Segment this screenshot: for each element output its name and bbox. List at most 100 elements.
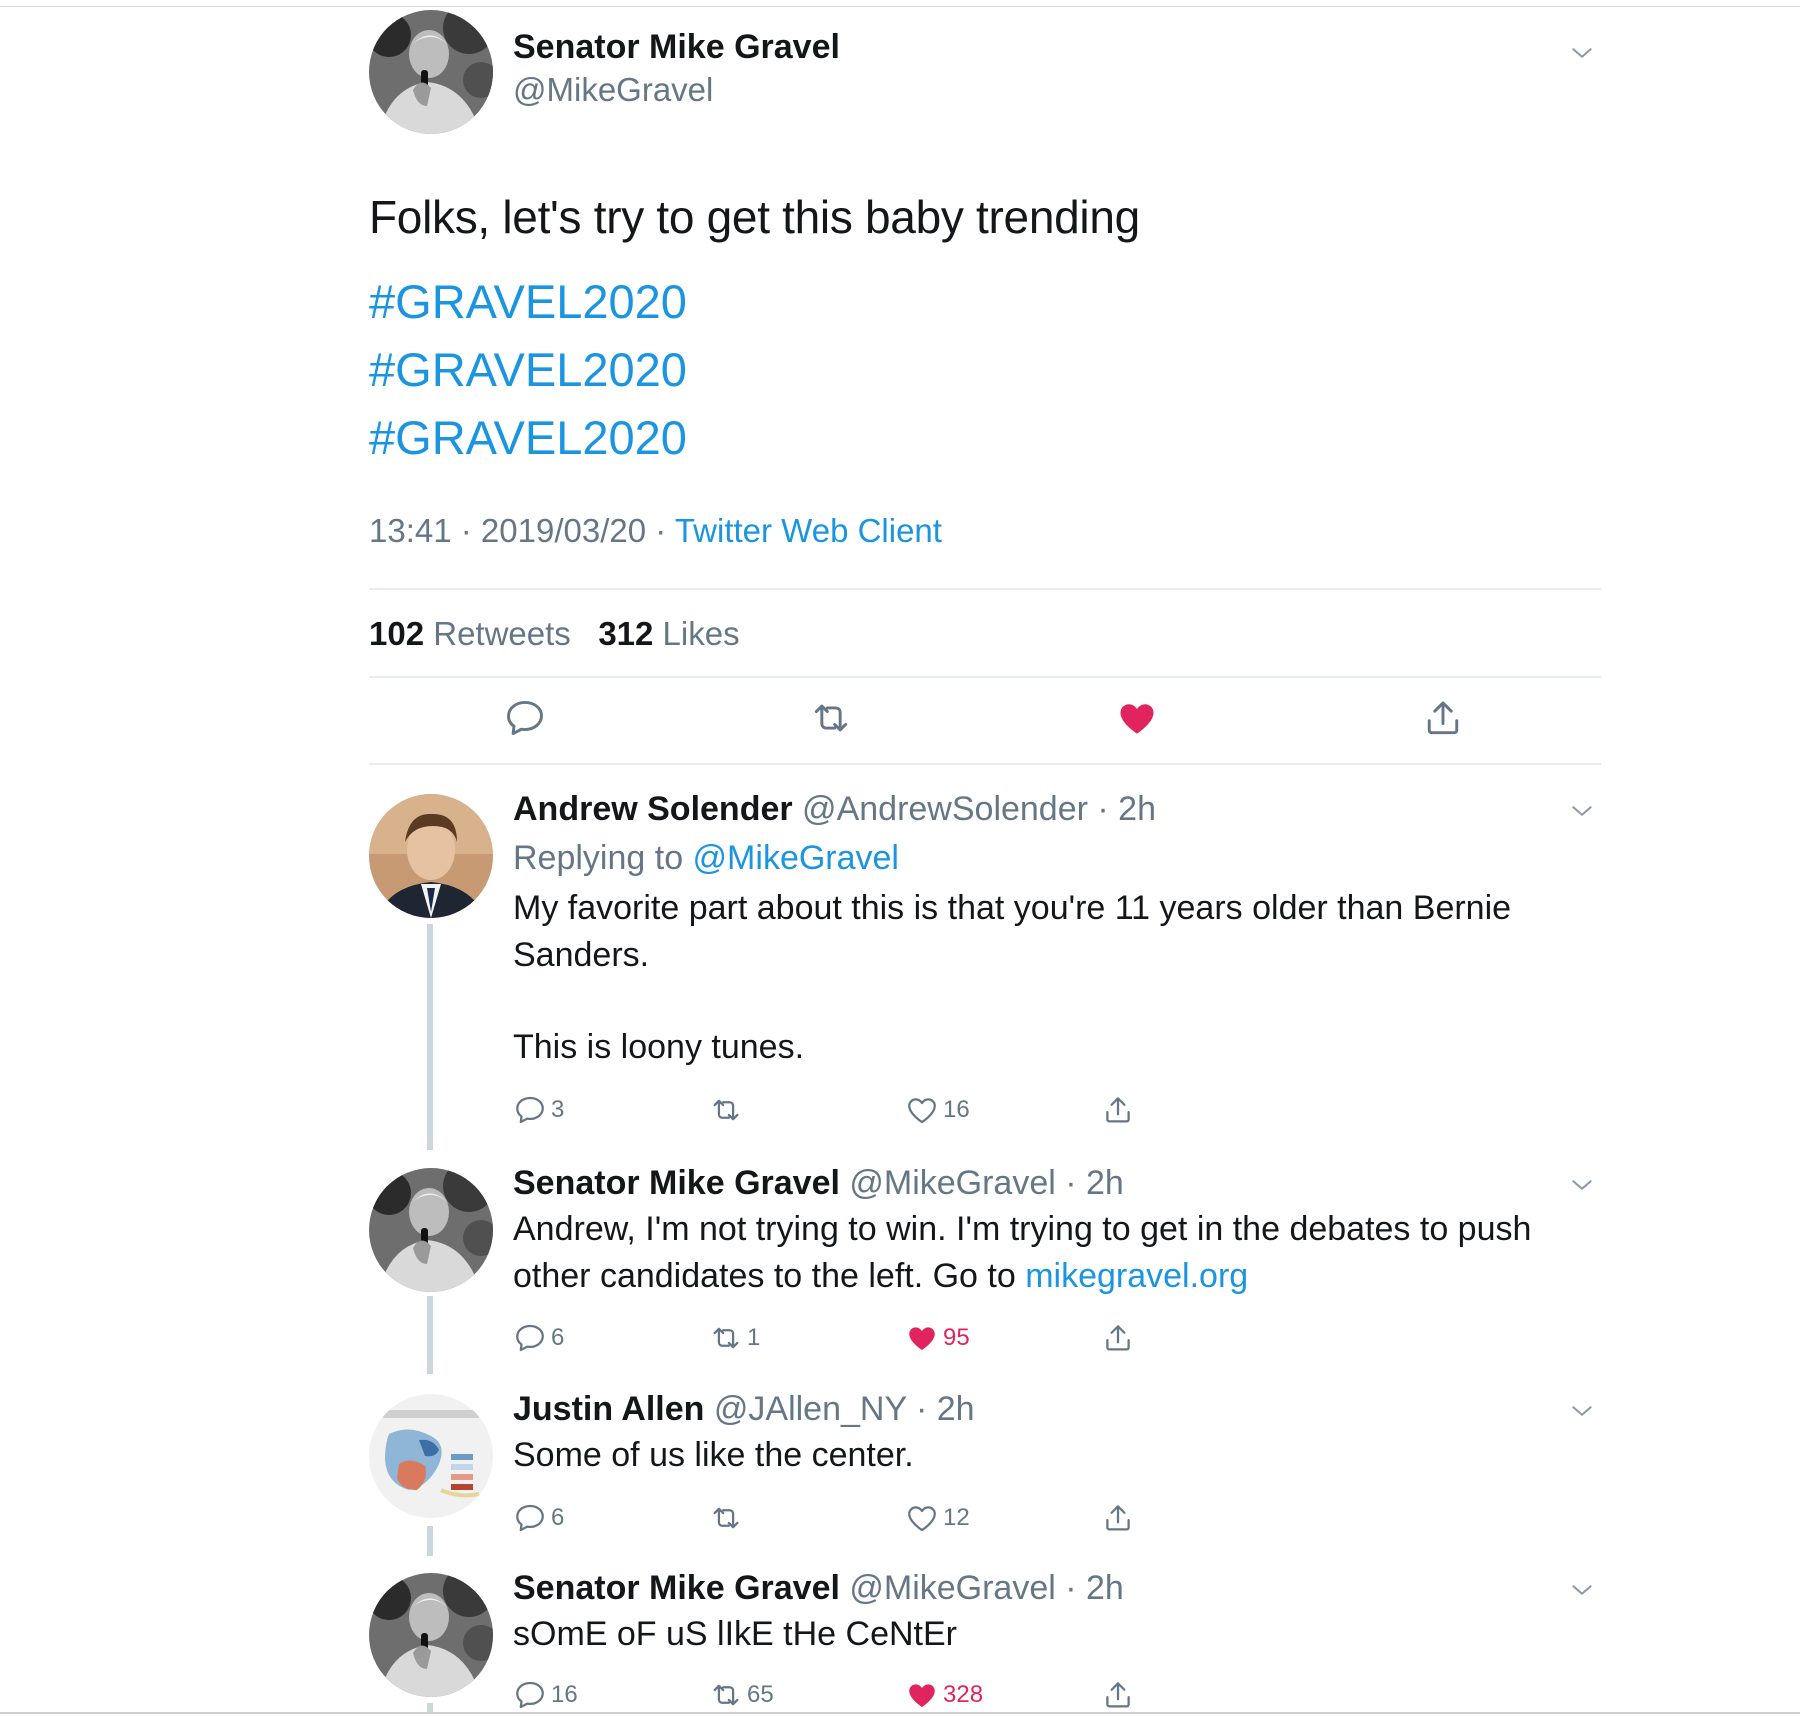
author-handle[interactable]: @AndrewSolender · 2h (793, 790, 1156, 828)
retweet-button[interactable] (709, 1500, 747, 1536)
author-name[interactable]: Senator Mike Gravel (513, 1569, 840, 1607)
divider (369, 763, 1601, 765)
tweet-text: Folks, let's try to get this baby trendi… (369, 191, 1140, 243)
retweet-button[interactable] (709, 1092, 747, 1128)
author-name[interactable]: Senator Mike Gravel (513, 28, 840, 67)
reply-button[interactable]: 6 (513, 1500, 564, 1536)
share-icon (1101, 1678, 1135, 1712)
tweet-text-segment: other candidates to the left. Go to (513, 1257, 1026, 1295)
avatar[interactable] (369, 794, 493, 918)
retweet-count: 65 (747, 1681, 774, 1708)
hashtag-link[interactable]: #GRAVEL2020 (369, 410, 687, 465)
share-icon (1101, 1321, 1135, 1355)
mention-link[interactable]: @MikeGravel (693, 839, 899, 877)
like-button[interactable]: 12 (905, 1500, 970, 1536)
author-handle[interactable]: @JAllen_NY · 2h (704, 1390, 975, 1428)
like-icon (905, 1093, 939, 1127)
replying-prefix: Replying to (513, 839, 693, 877)
thread-line (427, 1526, 433, 1556)
retweet-button[interactable]: 65 (709, 1677, 774, 1713)
chevron-down-icon[interactable] (1569, 40, 1595, 66)
like-icon (905, 1678, 939, 1712)
like-count: 16 (943, 1096, 970, 1123)
like-button[interactable]: 16 (905, 1092, 970, 1128)
reply-icon (513, 1321, 547, 1355)
avatar[interactable] (369, 1168, 493, 1292)
hashtag-link[interactable]: #GRAVEL2020 (369, 342, 687, 397)
reply-header: Senator Mike Gravel @MikeGravel · 2h (513, 1164, 1124, 1203)
chevron-down-icon[interactable] (1569, 1577, 1595, 1603)
chevron-down-icon[interactable] (1569, 1172, 1595, 1198)
retweet-button[interactable]: 1 (709, 1320, 760, 1356)
author-name[interactable]: Justin Allen (513, 1390, 704, 1428)
avatar[interactable] (369, 1573, 493, 1697)
tweet-text-line: This is loony tunes. (513, 1028, 805, 1066)
replying-to: Replying to @MikeGravel (513, 839, 899, 878)
tweet-actions: 6 12 (513, 1500, 1213, 1540)
client-link[interactable]: Twitter Web Client (675, 512, 942, 549)
share-button[interactable] (1101, 1500, 1135, 1536)
retweet-count[interactable]: 102 (369, 615, 424, 652)
reply-header: Andrew Solender @AndrewSolender · 2h (513, 790, 1156, 829)
reply-button[interactable]: 6 (513, 1320, 564, 1356)
tweet-stats: 102 Retweets 312 Likes (369, 615, 740, 653)
author-handle[interactable]: @MikeGravel (513, 71, 713, 109)
hashtag-link[interactable]: #GRAVEL2020 (369, 274, 687, 329)
share-button[interactable] (1101, 1092, 1135, 1128)
reply-button[interactable]: 16 (513, 1677, 578, 1713)
like-button[interactable]: 95 (905, 1320, 970, 1356)
reply-icon (513, 1501, 547, 1535)
tweet-text-line: sOmE oF uS lIkE tHe CeNtEr (513, 1615, 957, 1653)
avatar[interactable] (369, 1394, 493, 1518)
url-link[interactable]: mikegravel.org (1025, 1257, 1248, 1295)
like-icon (905, 1321, 939, 1355)
like-count: 95 (943, 1324, 970, 1351)
tweet-text-line: Andrew, I'm not trying to win. I'm tryin… (513, 1210, 1532, 1248)
retweet-icon (709, 1321, 743, 1355)
reply-icon[interactable] (503, 696, 547, 740)
like-count: 12 (943, 1504, 970, 1531)
tweet-actions: 16 65 328 (513, 1677, 1213, 1717)
author-name[interactable]: Andrew Solender (513, 790, 793, 828)
avatar[interactable] (369, 10, 493, 134)
retweet-label[interactable]: Retweets (424, 615, 571, 652)
tweet-actions: 3 16 (513, 1092, 1213, 1132)
like-label[interactable]: Likes (653, 615, 740, 652)
share-button[interactable] (1101, 1677, 1135, 1713)
share-icon[interactable] (1421, 696, 1465, 740)
tweet-text-line: My favorite part about this is that you'… (513, 889, 1512, 927)
share-icon (1101, 1093, 1135, 1127)
thread-line (427, 1296, 433, 1374)
retweet-icon[interactable] (809, 696, 853, 740)
main-tweet-actions (369, 696, 1601, 746)
author-handle[interactable]: @MikeGravel · 2h (840, 1164, 1123, 1202)
retweet-icon (709, 1093, 743, 1127)
chevron-down-icon[interactable] (1569, 1398, 1595, 1424)
like-button[interactable]: 328 (905, 1677, 983, 1713)
retweet-icon (709, 1678, 743, 1712)
like-icon[interactable] (1115, 696, 1159, 740)
like-count: 328 (943, 1681, 984, 1708)
share-icon (1101, 1501, 1135, 1535)
reply-button[interactable]: 3 (513, 1092, 564, 1128)
share-button[interactable] (1101, 1320, 1135, 1356)
author-name[interactable]: Senator Mike Gravel (513, 1164, 840, 1202)
tweet-text-line: other candidates to the left. Go to mike… (513, 1257, 1248, 1296)
tweet-text-line: Sanders. (513, 936, 650, 974)
reply-header: Senator Mike Gravel @MikeGravel · 2h (513, 1569, 1124, 1608)
like-count[interactable]: 312 (598, 615, 653, 652)
main-tweet-header: Senator Mike Gravel @MikeGravel (369, 10, 1601, 134)
author-handle[interactable]: @MikeGravel · 2h (840, 1569, 1123, 1607)
divider (369, 588, 1601, 590)
reply-count: 6 (551, 1504, 565, 1531)
reply-count: 3 (551, 1096, 565, 1123)
retweet-count: 1 (747, 1324, 761, 1351)
chevron-down-icon[interactable] (1569, 798, 1595, 824)
reply-count: 6 (551, 1324, 565, 1351)
retweet-icon (709, 1501, 743, 1535)
bottom-separator (0, 1712, 1800, 1714)
thread-line (427, 924, 433, 1150)
timestamp-text: 13:41 · 2019/03/20 · (369, 512, 675, 549)
reply-icon (513, 1678, 547, 1712)
reply-count: 16 (551, 1681, 578, 1708)
